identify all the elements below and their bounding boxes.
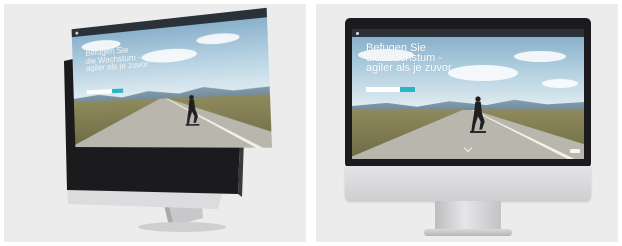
logo-icon[interactable]	[356, 31, 359, 35]
imac-angled: Befugen Sie die Wachstum - agiler als je…	[4, 4, 306, 242]
hero-title: Befugen Sie die Wachstum - agiler als je…	[85, 44, 148, 73]
stand-neck	[435, 201, 501, 231]
cta-button[interactable]	[400, 87, 415, 92]
cta-button[interactable]	[111, 88, 124, 94]
website: Befugen Sie die Wachstum - agiler als je…	[71, 7, 273, 148]
hero-line: agiler als je zuvor	[366, 62, 452, 74]
product-photo-front: Befugen Sie die Wachstum - agiler als je…	[316, 4, 618, 242]
stand-base	[424, 229, 512, 236]
logo-icon[interactable]	[75, 31, 79, 35]
screen: Befugen Sie die Wachstum - agiler als je…	[352, 29, 584, 159]
screen: Befugen Sie die Wachstum - agiler als je…	[71, 7, 273, 148]
hero-title: Befugen Sie die Wachstum - agiler als je…	[366, 43, 452, 74]
stand-base	[138, 222, 226, 232]
chat-badge-icon[interactable]	[570, 149, 580, 153]
site-navbar	[352, 29, 584, 37]
email-input[interactable]	[366, 87, 400, 92]
signup-form	[366, 87, 415, 92]
skateboarder	[470, 96, 486, 133]
chin	[345, 166, 591, 201]
skateboarder	[185, 95, 200, 126]
website: Befugen Sie die Wachstum - agiler als je…	[352, 29, 584, 159]
product-photo-angled: Befugen Sie die Wachstum - agiler als je…	[4, 4, 306, 242]
